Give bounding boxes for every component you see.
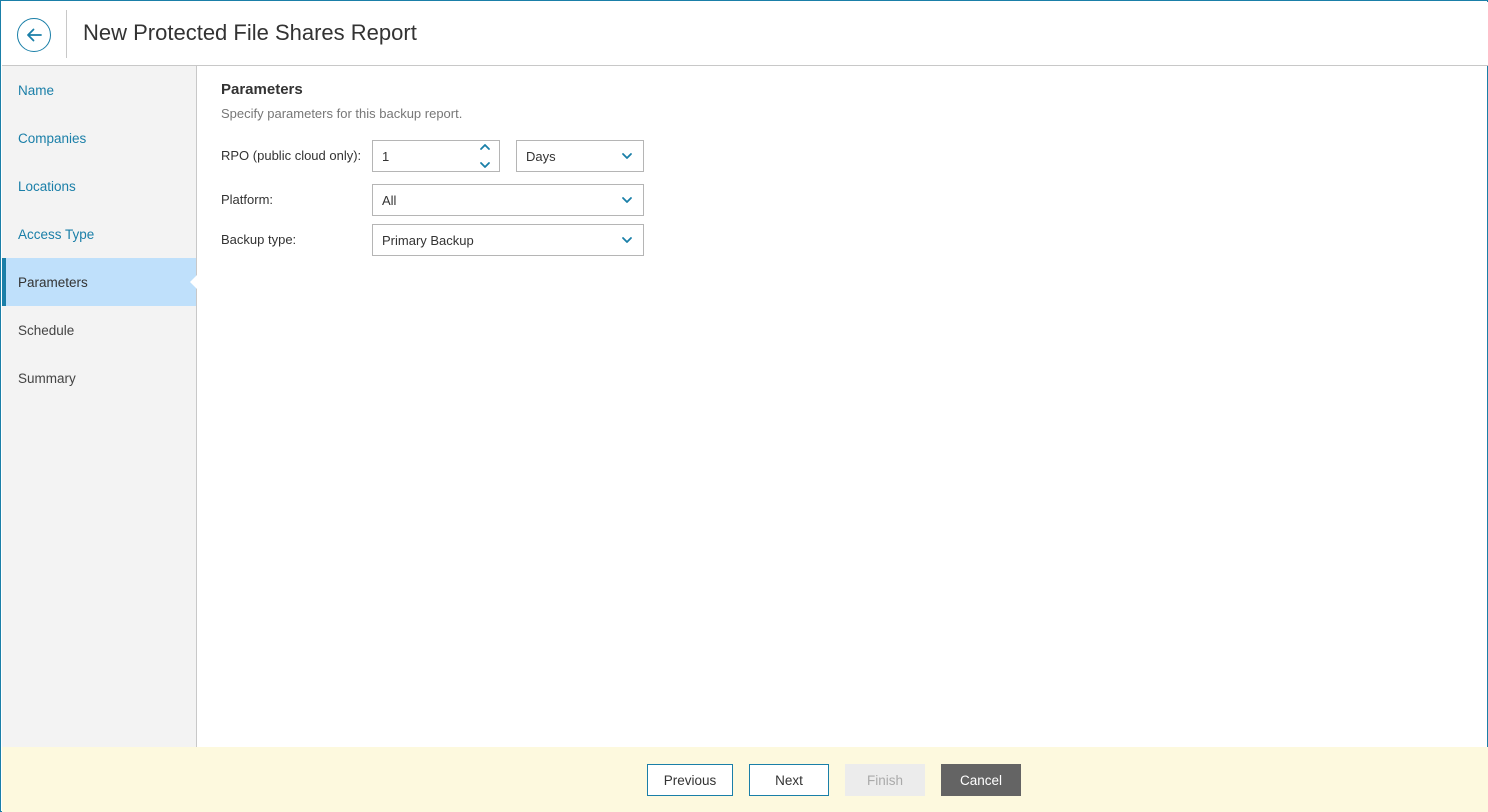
sidebar-item-access-type[interactable]: Access Type bbox=[2, 210, 196, 258]
rpo-spinner bbox=[477, 142, 493, 170]
section-description: Specify parameters for this backup repor… bbox=[221, 106, 463, 121]
cancel-button[interactable]: Cancel bbox=[941, 764, 1021, 796]
wizard-window: New Protected File Shares Report Name Co… bbox=[0, 0, 1488, 812]
finish-button: Finish bbox=[845, 764, 925, 796]
section-title: Parameters bbox=[221, 81, 303, 98]
previous-button[interactable]: Previous bbox=[647, 764, 733, 796]
chevron-down-icon[interactable] bbox=[479, 160, 491, 170]
chevron-up-icon[interactable] bbox=[479, 142, 491, 152]
sidebar-item-companies[interactable]: Companies bbox=[2, 114, 196, 162]
wizard-steps-sidebar: Name Companies Locations Access Type Par… bbox=[2, 66, 197, 747]
sidebar-item-summary: Summary bbox=[18, 370, 76, 386]
chevron-down-icon bbox=[622, 237, 632, 243]
next-button[interactable]: Next bbox=[749, 764, 829, 796]
parameters-section: Parameters Specify parameters for this b… bbox=[221, 81, 462, 121]
backup-type-value: Primary Backup bbox=[382, 232, 474, 248]
wizard-footer: Previous Next Finish Cancel bbox=[2, 747, 1488, 812]
arrow-left-icon bbox=[27, 28, 42, 42]
sidebar-item-schedule: Schedule bbox=[18, 322, 75, 338]
sidebar-item-name[interactable]: Name bbox=[2, 66, 196, 114]
back-button[interactable] bbox=[17, 18, 51, 52]
sidebar-item-locations[interactable]: Locations bbox=[2, 162, 196, 210]
rpo-unit-select[interactable]: Days bbox=[516, 140, 644, 172]
platform-value: All bbox=[382, 192, 397, 208]
header-divider bbox=[66, 10, 67, 58]
rpo-stepper[interactable]: 1 bbox=[372, 140, 500, 172]
rpo-unit-value: Days bbox=[526, 148, 556, 164]
chevron-down-icon bbox=[622, 153, 632, 159]
platform-select[interactable]: All bbox=[372, 184, 644, 216]
platform-label: Platform: bbox=[221, 192, 274, 207]
rpo-value: 1 bbox=[382, 148, 390, 164]
chevron-down-icon bbox=[622, 197, 632, 203]
page-title: New Protected File Shares Report bbox=[83, 20, 417, 45]
sidebar-item-parameters[interactable]: Parameters bbox=[2, 258, 197, 306]
backup-type-label: Backup type: bbox=[221, 232, 297, 247]
wizard-header: New Protected File Shares Report bbox=[2, 2, 1488, 66]
rpo-label: RPO (public cloud only): bbox=[221, 148, 362, 163]
backup-type-select[interactable]: Primary Backup bbox=[372, 224, 644, 256]
